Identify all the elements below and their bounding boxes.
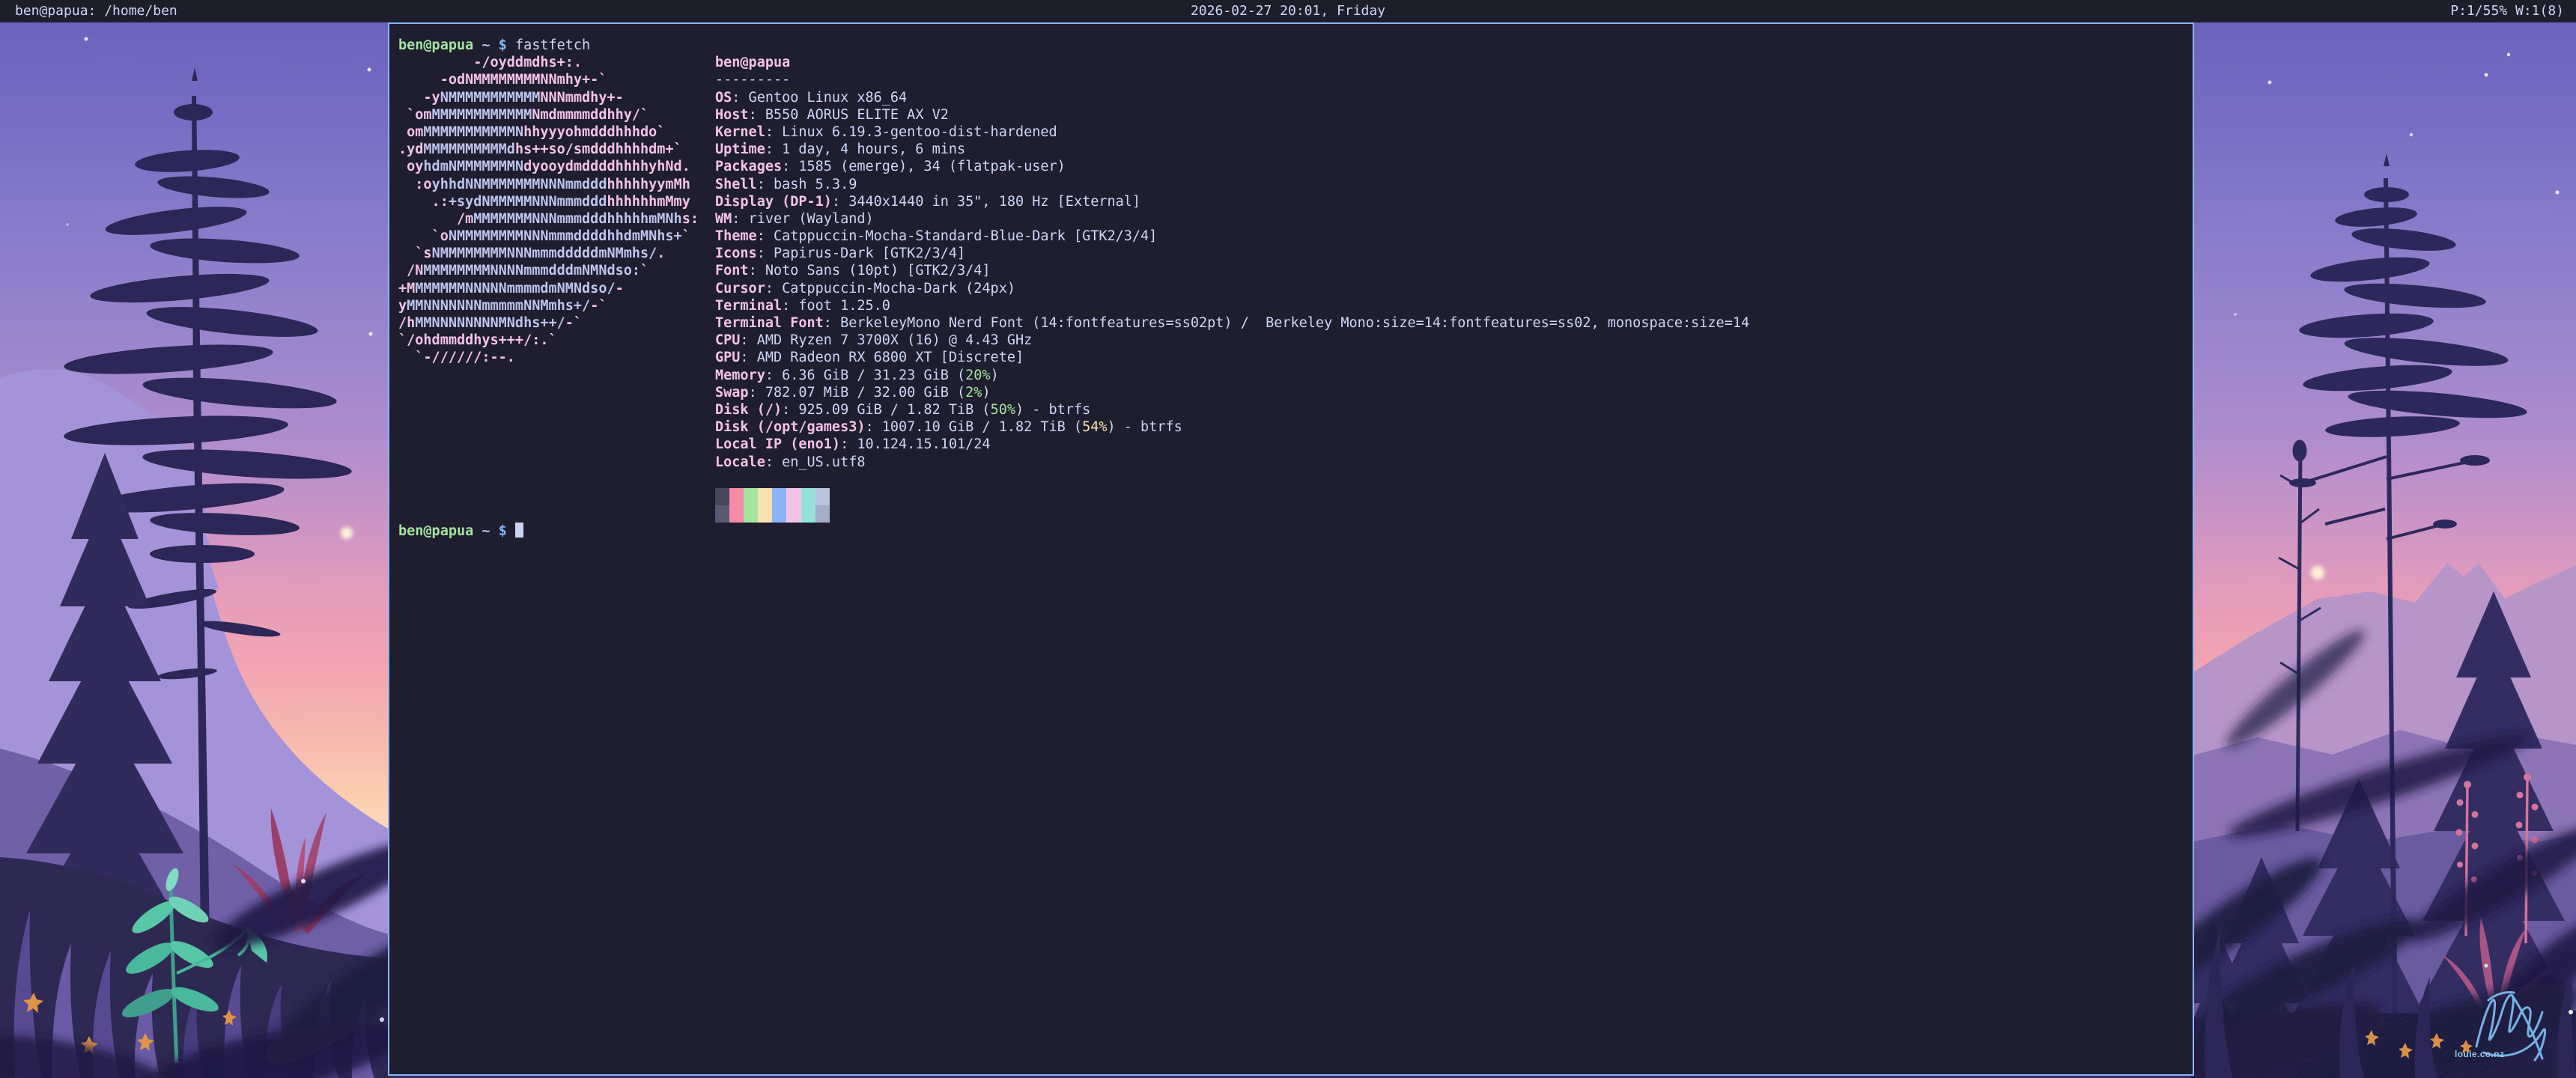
status-bar-title: ben@papua: /home/ben: [15, 0, 177, 22]
palette-swatch: [772, 488, 786, 505]
wallpaper-left-scene: [0, 0, 389, 1078]
ascii-art-line: `oNMMMMMMMMNNNmmmddddhhdmMNhs+`: [398, 228, 699, 245]
sparkle: [380, 1017, 384, 1022]
fastfetch-entry: Icons: Papirus-Dark [GTK2/3/4]: [715, 245, 2187, 262]
palette-swatch: [729, 488, 744, 505]
prompt-user: ben@papua: [398, 37, 473, 53]
palette-swatch: [801, 488, 815, 505]
palette-swatch: [786, 488, 801, 505]
wallpaper-right-scene: [2190, 0, 2576, 1078]
ascii-art-line: +MMMMMMMNNNNNmmmmdmNMNdso/-: [398, 280, 699, 297]
fastfetch-entry: Terminal: foot 1.25.0: [715, 297, 2187, 314]
ascii-art-line: -yNMMMMMMMMMMMNNNmmdhy+-: [398, 89, 699, 106]
prompt-dir: ~: [482, 37, 490, 53]
desktop: louie.co.nz ben@papua: /home/ben 2026-02…: [0, 0, 2576, 1078]
prompt-symbol: $: [499, 523, 507, 539]
ascii-art-line: oyhdmNMMMMMMMNdyooydmddddhhhhyhNd.: [398, 158, 699, 175]
fastfetch-entry: Disk (/): 925.09 GiB / 1.82 TiB (50%) - …: [715, 401, 2187, 418]
palette-swatch: [801, 505, 815, 523]
fastfetch-entry: Disk (/opt/games3): 1007.10 GiB / 1.82 T…: [715, 418, 2187, 436]
glow-star: [2311, 566, 2324, 579]
terminal-window[interactable]: ben@papua ~ $ fastfetch -/oyddmdhs+:. -o…: [388, 22, 2194, 1076]
ascii-art-line: /NMMMMMMMMNNNNmmmdddmNMNdso:`: [398, 262, 699, 279]
palette-swatch: [758, 505, 772, 523]
fastfetch-entry: Shell: bash 5.3.9: [715, 176, 2187, 193]
gentoo-ascii-logo: -/oyddmdhs+:. -odNMMMMMMMMNNmhy+-` -yNMM…: [398, 54, 699, 366]
fastfetch-separator: ---------: [715, 71, 2187, 88]
sparkle: [2485, 964, 2488, 968]
prompt-dir: ~: [482, 523, 490, 539]
ascii-art-line: /mMMMMMMMNNNmmmdddhhhhhmMNhs:: [398, 210, 699, 228]
fastfetch-entry: Kernel: Linux 6.19.3-gentoo-dist-hardene…: [715, 124, 2187, 141]
ascii-art-line: :oyhhdNNMMMMMMMNNNmmdddhhhhhyymMh: [398, 176, 699, 193]
ascii-art-line: omMMMMMMMMMMMNhhyyyohmdddhhhdo`: [398, 124, 699, 141]
prompt-command: fastfetch: [515, 37, 590, 53]
fastfetch-entry: Locale: en_US.utf8: [715, 454, 2187, 471]
sparkle: [301, 879, 306, 883]
ascii-art-line: yMMNNNNNNNmmmmmNNMmhs+/-`: [398, 297, 699, 314]
ascii-art-line: `sNMMMMMMMMNNNmmmdddddmNMmhs/.: [398, 245, 699, 262]
fastfetch-title: ben@papua: [715, 54, 2187, 71]
fastfetch-entry: Font: Noto Sans (10pt) [GTK2/3/4]: [715, 262, 2187, 279]
ascii-art-line: `-//////:--.: [398, 349, 699, 366]
ascii-art-line: -/oyddmdhs+:.: [398, 54, 699, 71]
fastfetch-entry: CPU: AMD Ryzen 7 3700X (16) @ 4.43 GHz: [715, 332, 2187, 349]
fastfetch-info-column: ben@papua---------OS: Gentoo Linux x86_6…: [715, 54, 2187, 523]
shell-prompt-line: ben@papua ~ $: [398, 523, 2187, 540]
shell-prompt-line: ben@papua ~ $ fastfetch: [398, 37, 2187, 54]
fastfetch-entry: Local IP (eno1): 10.124.15.101/24: [715, 436, 2187, 453]
terminal-cursor: [515, 523, 523, 538]
wallpaper-signature-url: louie.co.nz: [2455, 1049, 2504, 1059]
fastfetch-entry: Swap: 782.07 MiB / 32.00 GiB (2%): [715, 384, 2187, 401]
status-bar-workspaces: P:1/55% W:1(8): [2450, 0, 2564, 22]
fastfetch-entry: Theme: Catppuccin-Mocha-Standard-Blue-Da…: [715, 228, 2187, 245]
status-bar-clock: 2026-02-27 20:01, Friday: [1191, 0, 1385, 22]
palette-swatch: [815, 488, 830, 505]
palette-swatch: [786, 505, 801, 523]
fastfetch-entry: Packages: 1585 (emerge), 34 (flatpak-use…: [715, 158, 2187, 175]
palette-swatch: [715, 488, 729, 505]
palette-swatch: [758, 488, 772, 505]
fastfetch-entry: Host: B550 AORUS ELITE AX V2: [715, 106, 2187, 124]
fastfetch-output: -/oyddmdhs+:. -odNMMMMMMMMNNmhy+-` -yNMM…: [398, 54, 2187, 523]
palette-swatch: [729, 505, 744, 523]
fastfetch-entry: Uptime: 1 day, 4 hours, 6 mins: [715, 141, 2187, 158]
glow-star: [341, 527, 353, 539]
color-palette-bright-row: [715, 505, 2187, 523]
fastfetch-entry: WM: river (Wayland): [715, 210, 2187, 228]
blank-line: [715, 471, 2187, 488]
ascii-art-line: `omMMMMMMMMMMMMNmdmmmmddhhy/`: [398, 106, 699, 124]
ascii-art-line: .:+sydNMMMMMNNNmmmdddhhhhhhmMmy: [398, 193, 699, 210]
ascii-art-line: -odNMMMMMMMMNNmhy+-`: [398, 71, 699, 88]
palette-swatch: [744, 488, 758, 505]
palette-swatch: [772, 505, 786, 523]
color-palette-normal-row: [715, 488, 2187, 505]
fastfetch-entry: Terminal Font: BerkeleyMono Nerd Font (1…: [715, 314, 2187, 332]
fastfetch-entry: Memory: 6.36 GiB / 31.23 GiB (20%): [715, 367, 2187, 384]
ascii-art-line: `/ohdmmddhys+++/:.`: [398, 332, 699, 349]
fastfetch-entry: Cursor: Catppuccin-Mocha-Dark (24px): [715, 280, 2187, 297]
prompt-user: ben@papua: [398, 523, 473, 539]
ascii-art-line: /hMMNNNNNNNNMNdhs++/-`: [398, 314, 699, 332]
fastfetch-entry: OS: Gentoo Linux x86_64: [715, 89, 2187, 106]
fastfetch-entry: Display (DP-1): 3440x1440 in 35", 180 Hz…: [715, 193, 2187, 210]
palette-swatch: [715, 505, 729, 523]
palette-swatch: [815, 505, 830, 523]
sparkle: [2569, 1010, 2573, 1014]
prompt-symbol: $: [499, 37, 507, 53]
terminal-content[interactable]: ben@papua ~ $ fastfetch -/oyddmdhs+:. -o…: [398, 37, 2187, 540]
palette-swatch: [744, 505, 758, 523]
ascii-art-line: .ydMMMMMMMMMMdhs++so/smdddhhhhdm+`: [398, 141, 699, 158]
fastfetch-entry: GPU: AMD Radeon RX 6800 XT [Discrete]: [715, 349, 2187, 366]
status-bar: ben@papua: /home/ben 2026-02-27 20:01, F…: [0, 0, 2576, 22]
